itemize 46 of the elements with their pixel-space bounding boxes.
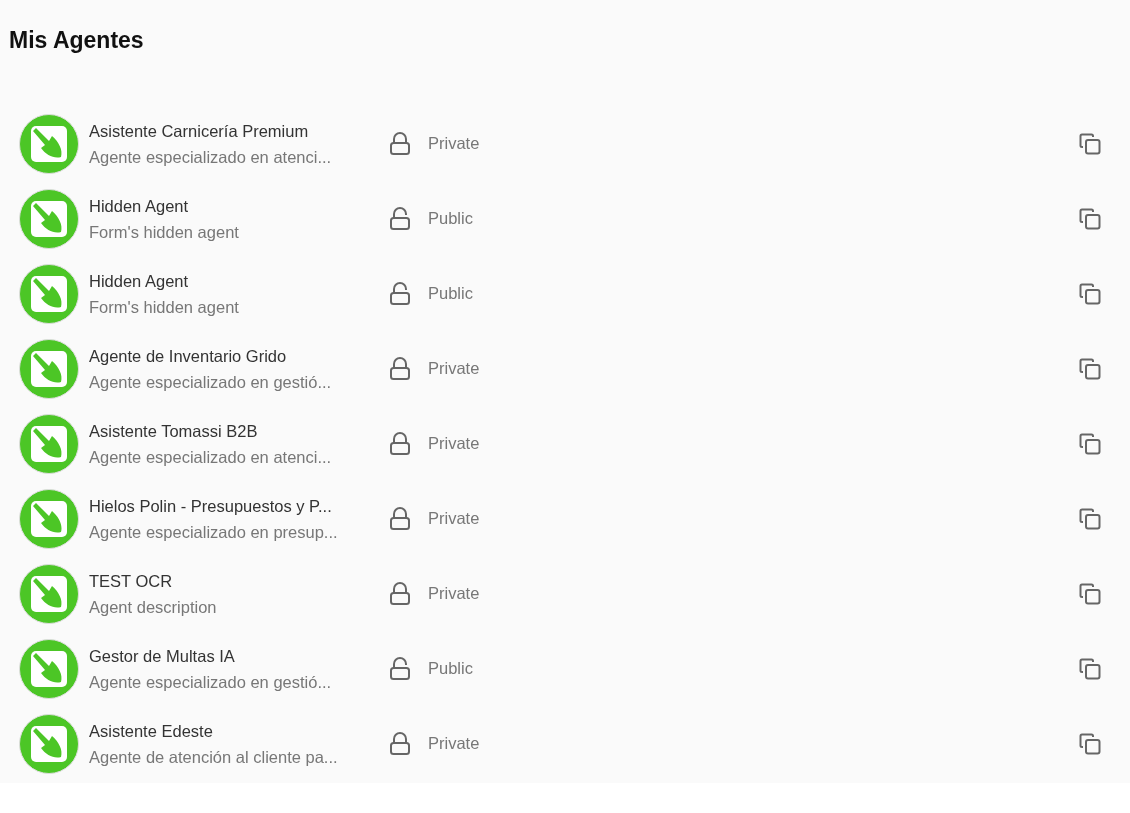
- agent-avatar-icon: [19, 413, 79, 474]
- copy-button[interactable]: [1078, 131, 1102, 156]
- agent-description: Agente de atención al cliente pa...: [89, 746, 339, 768]
- visibility-label: Private: [428, 583, 480, 605]
- agent-name: Asistente Carnicería Premium: [89, 120, 310, 142]
- copy-button[interactable]: [1078, 281, 1102, 306]
- agent-description: Agente especializado en atenci...: [89, 146, 333, 168]
- copy-button[interactable]: [1078, 581, 1102, 606]
- agent-avatar-icon: [19, 113, 79, 174]
- agent-name: Gestor de Multas IA: [89, 645, 236, 667]
- copy-button[interactable]: [1078, 656, 1102, 681]
- copy-button[interactable]: [1078, 356, 1102, 381]
- agent-name: Hielos Polin - Presupuestos y P...: [89, 495, 333, 517]
- agent-avatar-icon: [19, 488, 79, 549]
- agent-description: Agente especializado en gestió...: [89, 371, 333, 393]
- agent-name: Asistente Edeste: [89, 720, 214, 742]
- visibility-label: Private: [428, 508, 480, 530]
- agent-name: Agente de Inventario Grido: [89, 345, 288, 367]
- agent-avatar-icon: [19, 338, 79, 399]
- agent-avatar-icon: [19, 563, 79, 624]
- agent-name: TEST OCR: [89, 570, 174, 592]
- visibility-label: Private: [428, 733, 480, 755]
- visibility-label: Private: [428, 358, 480, 380]
- page-title: Mis Agentes: [9, 26, 145, 54]
- copy-button[interactable]: [1078, 731, 1102, 756]
- agent-avatar-icon: [19, 713, 79, 774]
- agent-description: Form's hidden agent: [89, 296, 240, 318]
- agent-avatar-icon: [19, 638, 79, 699]
- visibility-label: Private: [428, 133, 480, 155]
- agent-description: Form's hidden agent: [89, 221, 240, 243]
- agent-avatar-icon: [19, 263, 79, 324]
- visibility-label: Public: [428, 283, 473, 305]
- copy-button[interactable]: [1078, 506, 1102, 531]
- agent-description: Agente especializado en atenci...: [89, 446, 333, 468]
- visibility-label: Private: [428, 433, 480, 455]
- visibility-label: Public: [428, 208, 473, 230]
- agent-name: Hidden Agent: [89, 195, 190, 217]
- visibility-label: Public: [428, 658, 473, 680]
- agent-description: Agente especializado en gestió...: [89, 671, 333, 693]
- agent-name: Asistente Tomassi B2B: [89, 420, 259, 442]
- agent-description: Agent description: [89, 596, 218, 618]
- agent-description: Agente especializado en presup...: [89, 521, 339, 543]
- agent-name: Hidden Agent: [89, 270, 190, 292]
- copy-button[interactable]: [1078, 206, 1102, 231]
- agent-avatar-icon: [19, 188, 79, 249]
- copy-button[interactable]: [1078, 431, 1102, 456]
